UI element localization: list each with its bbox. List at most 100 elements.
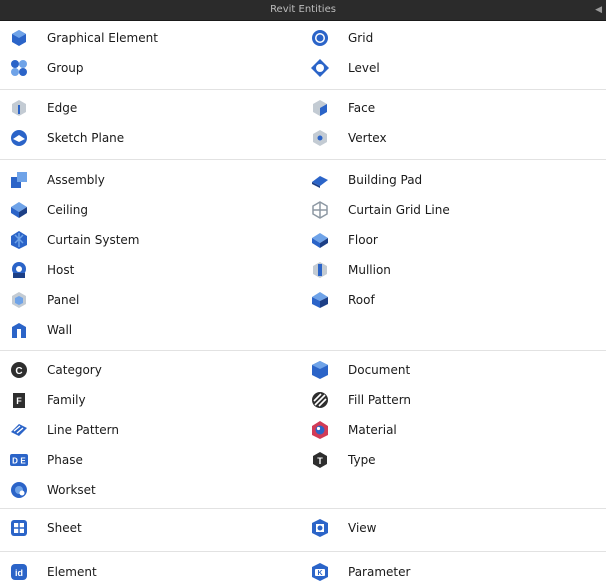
entity-label: Graphical Element xyxy=(47,31,158,45)
material-icon xyxy=(309,419,331,441)
svg-text:C: C xyxy=(15,366,22,377)
vertex-icon xyxy=(309,127,331,149)
entity-label: Group xyxy=(47,61,84,75)
window-titlebar: Revit Entities ◀ xyxy=(0,0,606,21)
entity-item-host[interactable]: Host xyxy=(0,258,74,282)
panel-icon xyxy=(8,289,30,311)
entity-item-mullion[interactable]: Mullion xyxy=(301,258,391,282)
entity-item-vertex[interactable]: Vertex xyxy=(301,126,387,150)
entity-label: Line Pattern xyxy=(47,423,119,437)
entity-item-wall[interactable]: Wall xyxy=(0,318,72,342)
ceiling-icon xyxy=(8,199,30,221)
entity-item-phase[interactable]: D E Phase xyxy=(0,448,83,472)
wall-icon xyxy=(8,319,30,341)
window-title: Revit Entities xyxy=(270,4,336,15)
entity-label: Face xyxy=(348,101,376,115)
entity-item-workset[interactable]: Workset xyxy=(0,478,96,502)
entity-item-grid[interactable]: Grid xyxy=(301,26,373,50)
mullion-icon xyxy=(309,259,331,281)
entity-item-fill-pattern[interactable]: Fill Pattern xyxy=(301,388,411,412)
entity-item-family[interactable]: F Family xyxy=(0,388,86,412)
group-separator xyxy=(0,508,606,509)
entity-label: Level xyxy=(348,61,380,75)
entity-label: Phase xyxy=(47,453,83,467)
entity-item-building-pad[interactable]: Building Pad xyxy=(301,168,422,192)
entity-item-parameter[interactable]: K Parameter xyxy=(301,560,410,584)
entity-label: Sketch Plane xyxy=(47,131,125,145)
entity-label: Element xyxy=(47,565,97,579)
entity-label: Wall xyxy=(47,323,73,337)
roof-icon xyxy=(309,289,331,311)
entity-item-view[interactable]: View xyxy=(301,516,376,540)
entity-item-sheet[interactable]: Sheet xyxy=(0,516,82,540)
building-pad-icon xyxy=(309,169,331,191)
entity-label: Category xyxy=(47,363,102,377)
entity-item-roof[interactable]: Roof xyxy=(301,288,375,312)
workset-icon xyxy=(8,479,30,501)
entity-item-document[interactable]: Document xyxy=(301,358,410,382)
group-icon xyxy=(8,57,30,79)
group-separator xyxy=(0,159,606,160)
entity-label: Type xyxy=(348,453,376,467)
entity-item-group[interactable]: Group xyxy=(0,56,84,80)
edge-icon xyxy=(8,97,30,119)
svg-text:T: T xyxy=(317,456,323,466)
entity-label: Mullion xyxy=(348,263,391,277)
line-pattern-icon xyxy=(8,419,30,441)
entity-label: Sheet xyxy=(47,521,82,535)
grid-icon xyxy=(309,27,331,49)
curtain-grid-line-icon xyxy=(309,199,331,221)
entity-label: View xyxy=(348,521,377,535)
entity-item-type[interactable]: T Type xyxy=(301,448,376,472)
entity-label: Building Pad xyxy=(348,173,423,187)
entity-label: Panel xyxy=(47,293,80,307)
category-icon: C xyxy=(8,359,30,381)
entity-label: Fill Pattern xyxy=(348,393,412,407)
type-icon: T xyxy=(309,449,331,471)
entity-item-ceiling[interactable]: Ceiling xyxy=(0,198,88,222)
family-icon: F xyxy=(8,389,30,411)
element-icon: id xyxy=(8,561,30,583)
collapse-arrow-icon[interactable]: ◀ xyxy=(595,0,602,20)
group-separator xyxy=(0,350,606,351)
view-icon xyxy=(309,517,331,539)
phase-icon: DE xyxy=(8,449,30,471)
level-icon xyxy=(309,57,331,79)
svg-text:F: F xyxy=(16,396,22,406)
entity-item-panel[interactable]: Panel xyxy=(0,288,79,312)
entity-item-line-pattern[interactable]: Line Pattern xyxy=(0,418,119,442)
entity-label: Curtain System xyxy=(47,233,140,247)
entity-label: Vertex xyxy=(348,131,387,145)
graphical-element-icon xyxy=(8,27,30,49)
entity-label: Parameter xyxy=(348,565,411,579)
entity-item-curtain-system[interactable]: Curtain System xyxy=(0,228,139,252)
entity-item-level[interactable]: Level xyxy=(301,56,380,80)
svg-text:D: D xyxy=(12,457,18,466)
entity-item-curtain-grid-line[interactable]: Curtain Grid Line xyxy=(301,198,450,222)
entity-label: Curtain Grid Line xyxy=(348,203,450,217)
entity-label: Edge xyxy=(47,101,78,115)
entity-label: Family xyxy=(47,393,86,407)
entity-item-sketch-plane[interactable]: Sketch Plane xyxy=(0,126,124,150)
svg-text:K: K xyxy=(317,570,322,577)
entity-item-graphical-element[interactable]: Graphical Element xyxy=(0,26,158,50)
entity-item-material[interactable]: Material xyxy=(301,418,397,442)
entity-item-edge[interactable]: Edge xyxy=(0,96,77,120)
entity-label: Workset xyxy=(47,483,96,497)
floor-icon xyxy=(309,229,331,251)
fill-pattern-icon xyxy=(309,389,331,411)
host-icon xyxy=(8,259,30,281)
entity-label: Host xyxy=(47,263,75,277)
entity-label: Floor xyxy=(348,233,378,247)
entity-label: Grid xyxy=(348,31,374,45)
entity-item-face[interactable]: Face xyxy=(301,96,375,120)
sketch-plane-icon xyxy=(8,127,30,149)
entity-item-floor[interactable]: Floor xyxy=(301,228,378,252)
face-icon xyxy=(309,97,331,119)
group-separator xyxy=(0,551,606,552)
entity-label: Ceiling xyxy=(47,203,88,217)
entity-label: Assembly xyxy=(47,173,105,187)
entity-item-element[interactable]: id Element xyxy=(0,560,97,584)
entity-item-assembly[interactable]: Assembly xyxy=(0,168,105,192)
entity-item-category[interactable]: C Category xyxy=(0,358,102,382)
